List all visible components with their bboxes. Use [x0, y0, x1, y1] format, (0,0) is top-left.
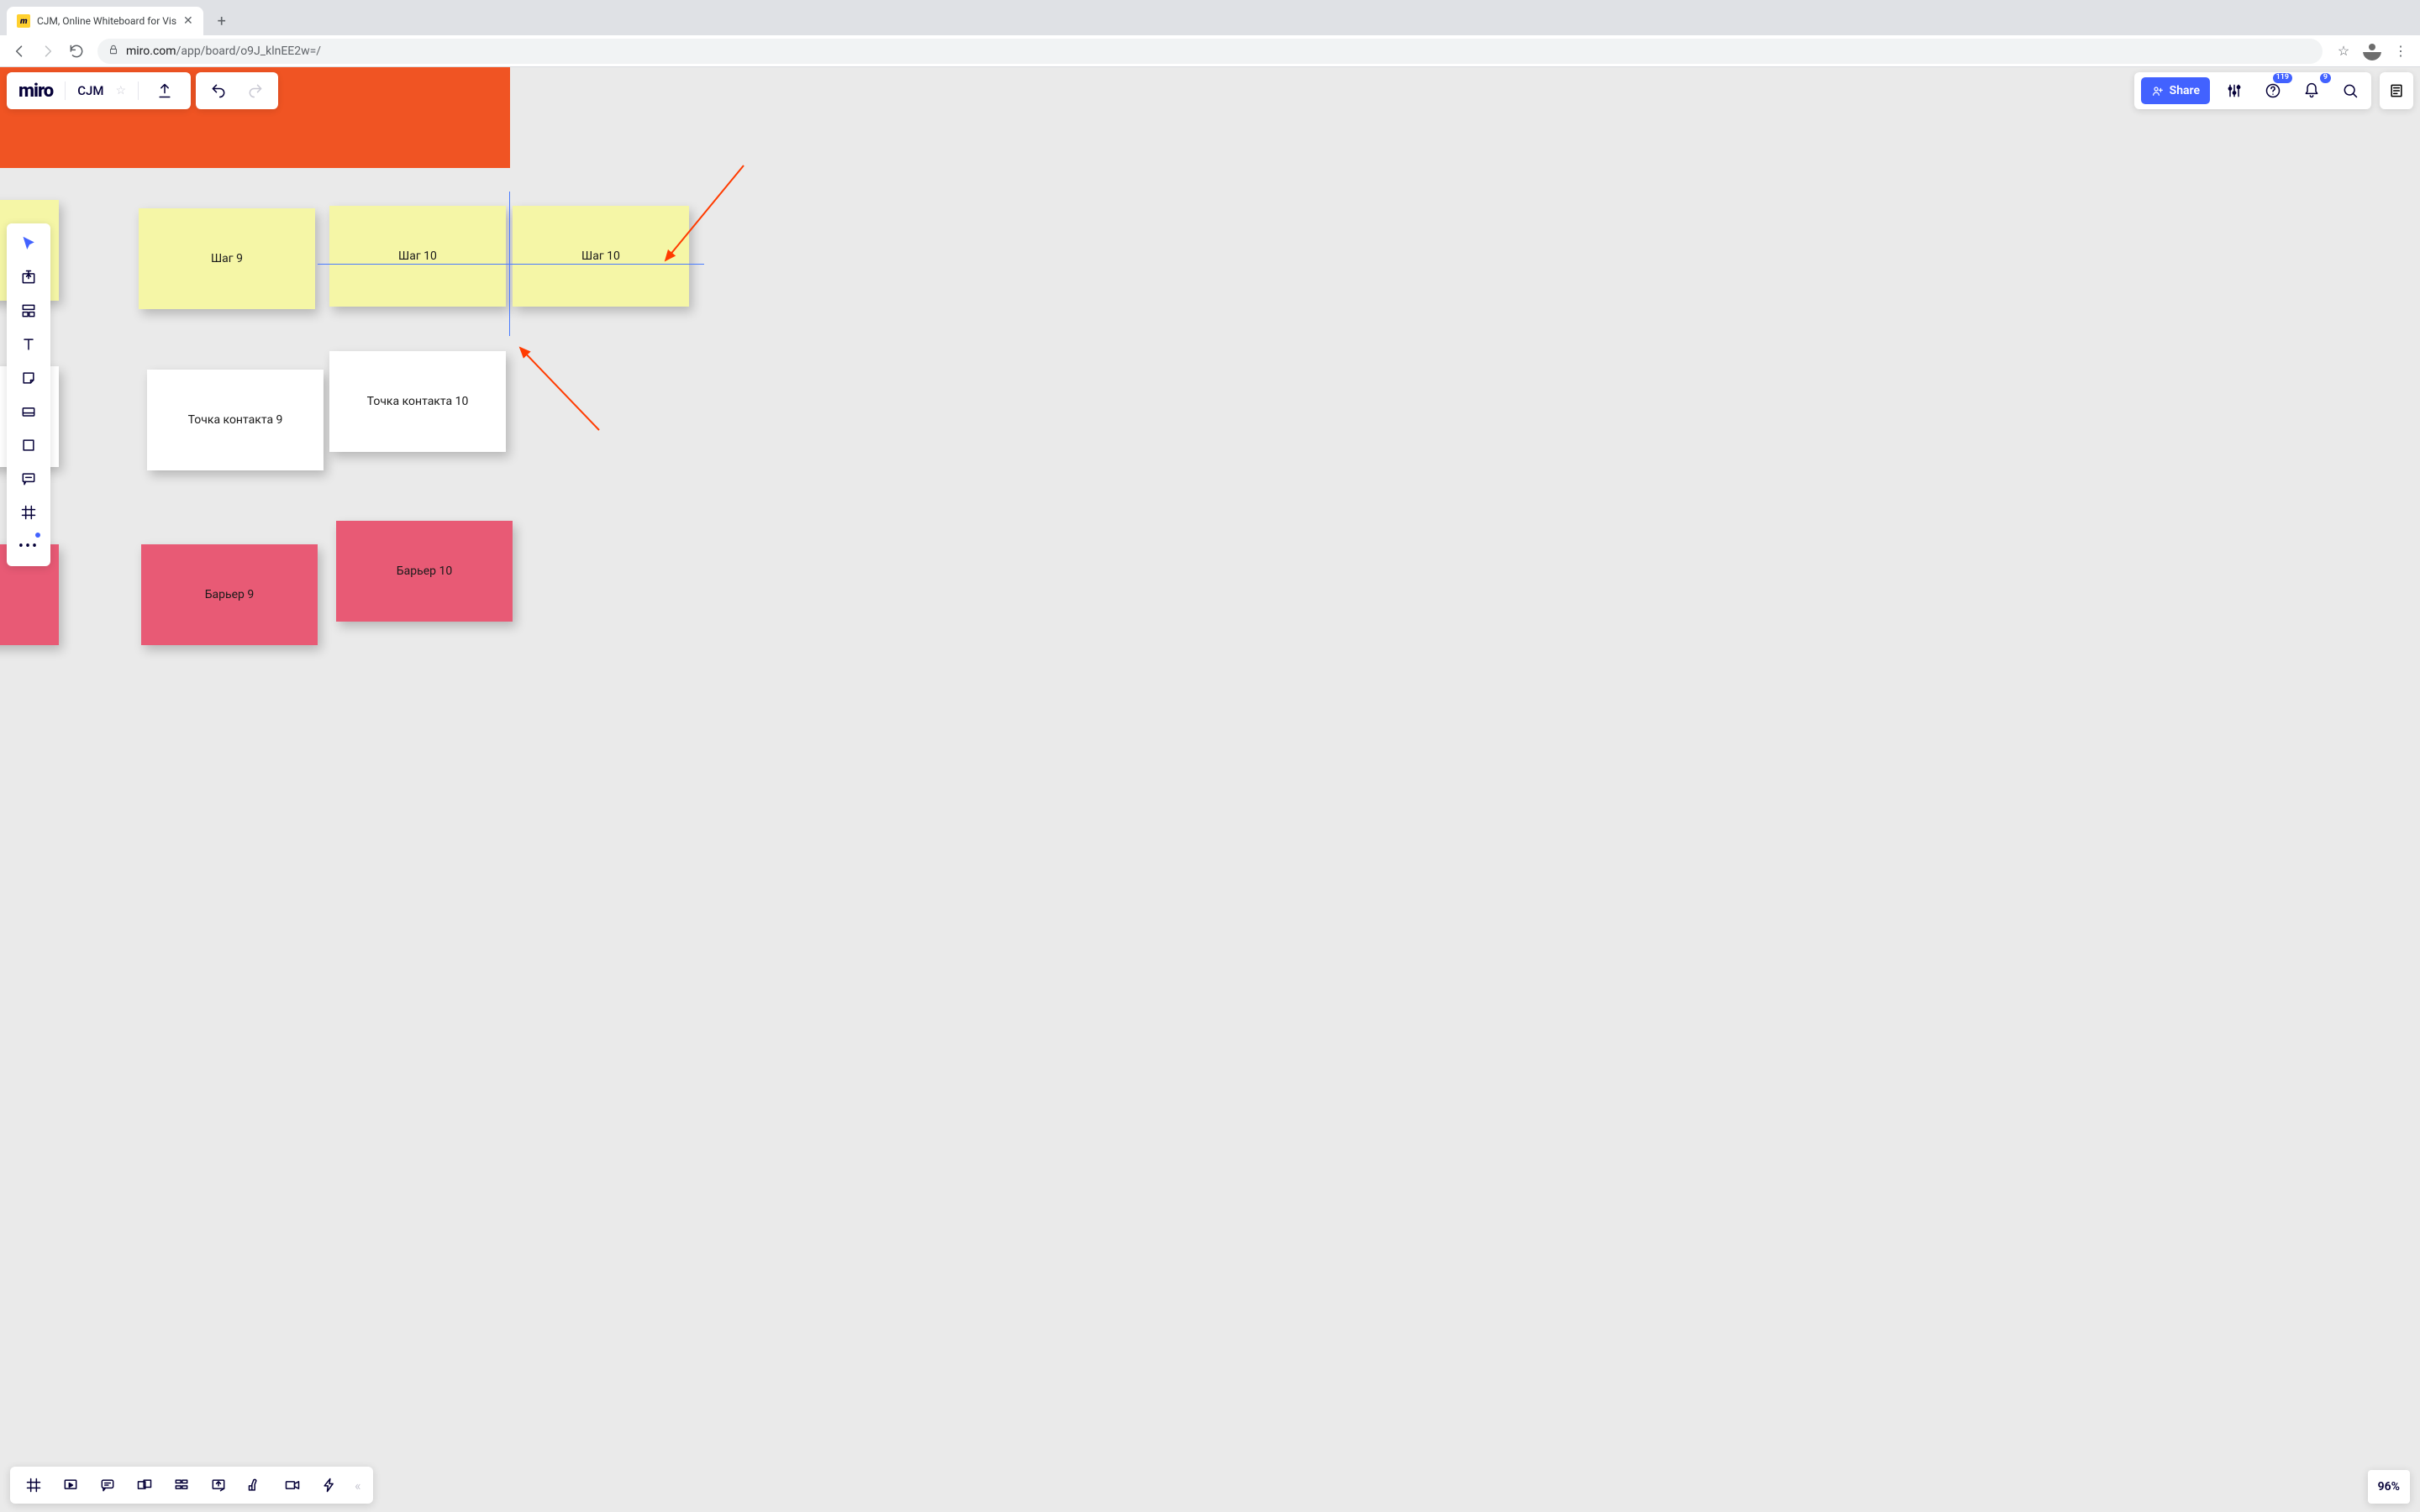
tab-title: CJM, Online Whiteboard for Vis: [37, 15, 176, 27]
board-info-pill: miro CJM ☆: [7, 72, 191, 109]
card-barrier-10[interactable]: Барьер 10: [336, 521, 513, 622]
notifications-icon[interactable]: 9: [2297, 76, 2326, 105]
divider: [65, 81, 66, 100]
search-icon[interactable]: [2336, 76, 2365, 105]
left-toolbar: •••: [7, 223, 50, 566]
browser-tab-strip: m CJM, Online Whiteboard for Vis ✕ +: [0, 0, 2420, 35]
annotation-arrow-2: [508, 336, 609, 440]
collapse-toolbar-icon[interactable]: «: [355, 1478, 361, 1494]
bookmark-star-icon[interactable]: ☆: [2331, 39, 2356, 64]
text-tool[interactable]: [13, 333, 44, 356]
share-label: Share: [2170, 84, 2200, 97]
url-text: miro.com/app/board/o9J_klnEE2w=/: [126, 45, 321, 58]
activity-panel-button[interactable]: [2380, 72, 2413, 109]
browser-toolbar: miro.com/app/board/o9J_klnEE2w=/ ☆ ⋮: [0, 35, 2420, 67]
profile-avatar[interactable]: [2360, 39, 2385, 64]
browser-tab-active[interactable]: m CJM, Online Whiteboard for Vis ✕: [7, 7, 203, 35]
select-tool[interactable]: [13, 232, 44, 255]
miro-logo[interactable]: miro: [18, 81, 53, 102]
card-tool[interactable]: [13, 400, 44, 423]
screen-share-icon[interactable]: [207, 1473, 230, 1497]
board-name[interactable]: CJM: [77, 83, 103, 98]
card-step-10a[interactable]: Шаг 10: [329, 206, 506, 307]
notif-badge: 9: [2320, 73, 2331, 83]
annotation-arrow-1: [655, 161, 748, 274]
shape-tool[interactable]: [13, 433, 44, 457]
timer-icon[interactable]: [170, 1473, 193, 1497]
settings-icon[interactable]: [2220, 76, 2249, 105]
reload-button[interactable]: [64, 39, 89, 64]
undo-redo-pill: [196, 72, 278, 109]
top-right-group: Share 119 9: [2134, 72, 2371, 109]
top-right-bar: Share 119 9: [2134, 72, 2413, 109]
comment-tool[interactable]: [13, 467, 44, 491]
card-text: Точка контакта 9: [188, 413, 283, 427]
close-icon[interactable]: ✕: [183, 14, 193, 28]
undo-button[interactable]: [204, 76, 233, 105]
presentation-icon[interactable]: [59, 1473, 82, 1497]
canvas[interactable]: г 8 Шаг 9 Шаг 10 Шаг 10 контакта 8 Точка…: [0, 67, 2420, 1512]
sticky-note-tool[interactable]: [13, 366, 44, 390]
chat-icon[interactable]: [96, 1473, 119, 1497]
cards-view-icon[interactable]: [133, 1473, 156, 1497]
bottom-toolbar: «: [10, 1467, 373, 1504]
card-text: Барьер 10: [397, 564, 452, 578]
zoom-value: 96%: [2378, 1480, 2400, 1494]
miro-favicon: m: [17, 14, 30, 28]
frames-panel-icon[interactable]: [22, 1473, 45, 1497]
card-step-9[interactable]: Шаг 9: [139, 208, 315, 309]
share-button[interactable]: Share: [2141, 77, 2210, 104]
voting-icon[interactable]: [244, 1473, 267, 1497]
indicator-dot: [35, 533, 40, 538]
miro-app: miro CJM ☆ Share: [0, 67, 2420, 1512]
card-text: Шаг 9: [211, 252, 243, 265]
templates-tool[interactable]: [13, 265, 44, 289]
top-left-bar: miro CJM ☆: [7, 72, 278, 109]
favorite-star-icon[interactable]: ☆: [115, 84, 126, 97]
alignment-guide-horizontal: [318, 264, 704, 265]
new-tab-button[interactable]: +: [210, 9, 234, 33]
address-bar[interactable]: miro.com/app/board/o9J_klnEE2w=/: [97, 39, 2323, 64]
help-badge: 119: [2273, 73, 2292, 83]
card-contact-9[interactable]: Точка контакта 9: [147, 370, 324, 470]
layout-tool[interactable]: [13, 299, 44, 323]
export-icon[interactable]: [150, 76, 179, 105]
frame-tool[interactable]: [13, 501, 44, 524]
card-text: Точка контакта 10: [367, 395, 469, 408]
back-button[interactable]: [7, 39, 32, 64]
more-tools[interactable]: •••: [13, 534, 44, 558]
alignment-guide-vertical: [509, 192, 510, 336]
bolt-icon[interactable]: [318, 1473, 341, 1497]
card-contact-10[interactable]: Точка контакта 10: [329, 351, 506, 452]
card-text: Шаг 10: [398, 249, 437, 263]
zoom-level[interactable]: 96%: [2368, 1470, 2410, 1504]
divider: [138, 81, 139, 100]
forward-button[interactable]: [35, 39, 60, 64]
help-icon[interactable]: 119: [2259, 76, 2287, 105]
card-barrier-9[interactable]: Барьер 9: [141, 544, 318, 645]
card-text: Барьер 9: [205, 588, 255, 601]
chrome-menu-icon[interactable]: ⋮: [2388, 39, 2413, 64]
video-icon[interactable]: [281, 1473, 304, 1497]
card-text: Шаг 10: [581, 249, 620, 263]
redo-button[interactable]: [241, 76, 270, 105]
lock-icon: [108, 44, 119, 58]
